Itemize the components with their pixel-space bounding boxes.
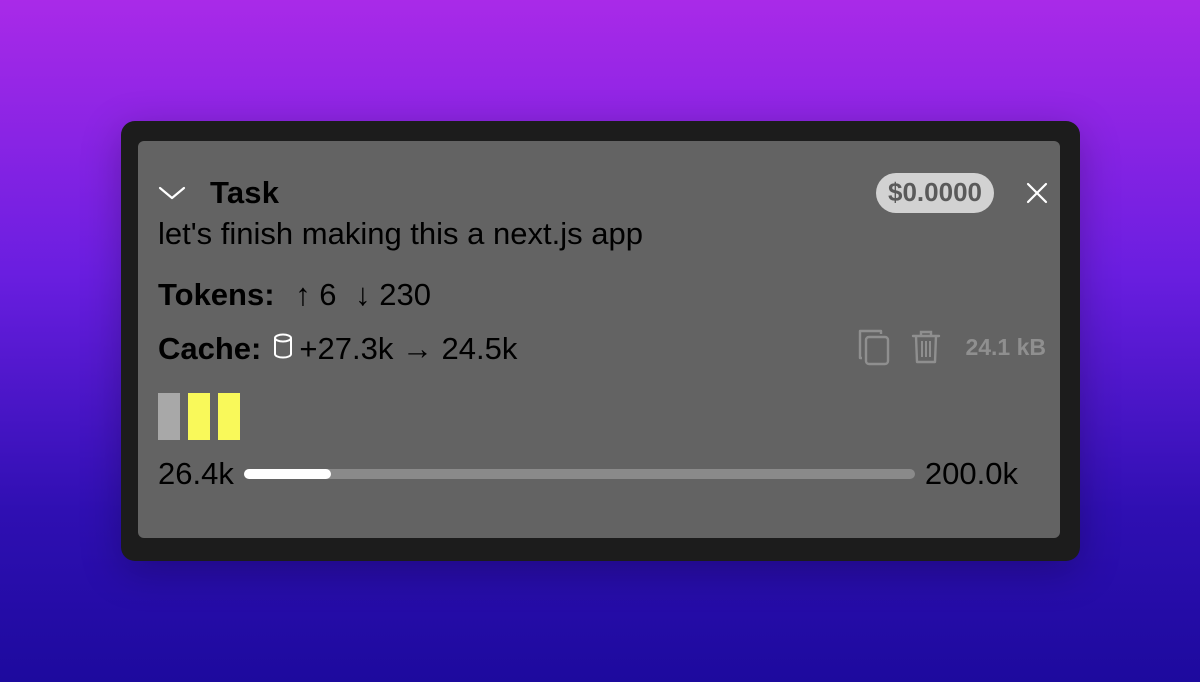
cache-row: Cache: +27.3k → 24.5k	[158, 331, 517, 367]
task-description: let's finish making this a next.js app	[158, 216, 643, 251]
cache-value: +27.3k → 24.5k	[299, 331, 518, 366]
tokens-down: ↓ 230	[355, 277, 432, 312]
context-block	[218, 393, 240, 440]
context-progress: 26.4k 200.0k	[158, 456, 1018, 492]
task-header: Task $0.0000	[158, 173, 1052, 213]
context-block	[158, 393, 180, 440]
task-window: Task $0.0000 let's finish making this a …	[121, 121, 1080, 561]
cache-actions: 24.1 kB	[857, 328, 1046, 366]
context-max: 200.0k	[924, 456, 1018, 491]
tokens-label: Tokens:	[158, 277, 275, 312]
copy-icon[interactable]	[857, 328, 891, 366]
context-block	[188, 393, 210, 440]
cache-size: 24.1 kB	[965, 333, 1046, 360]
context-progress-bar[interactable]	[243, 469, 915, 479]
chevron-down-icon[interactable]	[158, 181, 188, 205]
cost-badge: $0.0000	[876, 173, 994, 213]
context-progress-fill	[243, 469, 332, 479]
tokens-row: Tokens: ↑ 6 ↓ 230	[158, 277, 431, 313]
close-icon[interactable]	[1022, 178, 1052, 208]
cache-label: Cache:	[158, 331, 262, 366]
context-blocks	[158, 393, 240, 440]
database-icon	[273, 331, 293, 367]
trash-icon[interactable]	[911, 329, 941, 365]
tokens-up: ↑ 6	[295, 277, 337, 312]
task-title: Task	[210, 175, 280, 210]
context-used: 26.4k	[158, 456, 234, 491]
